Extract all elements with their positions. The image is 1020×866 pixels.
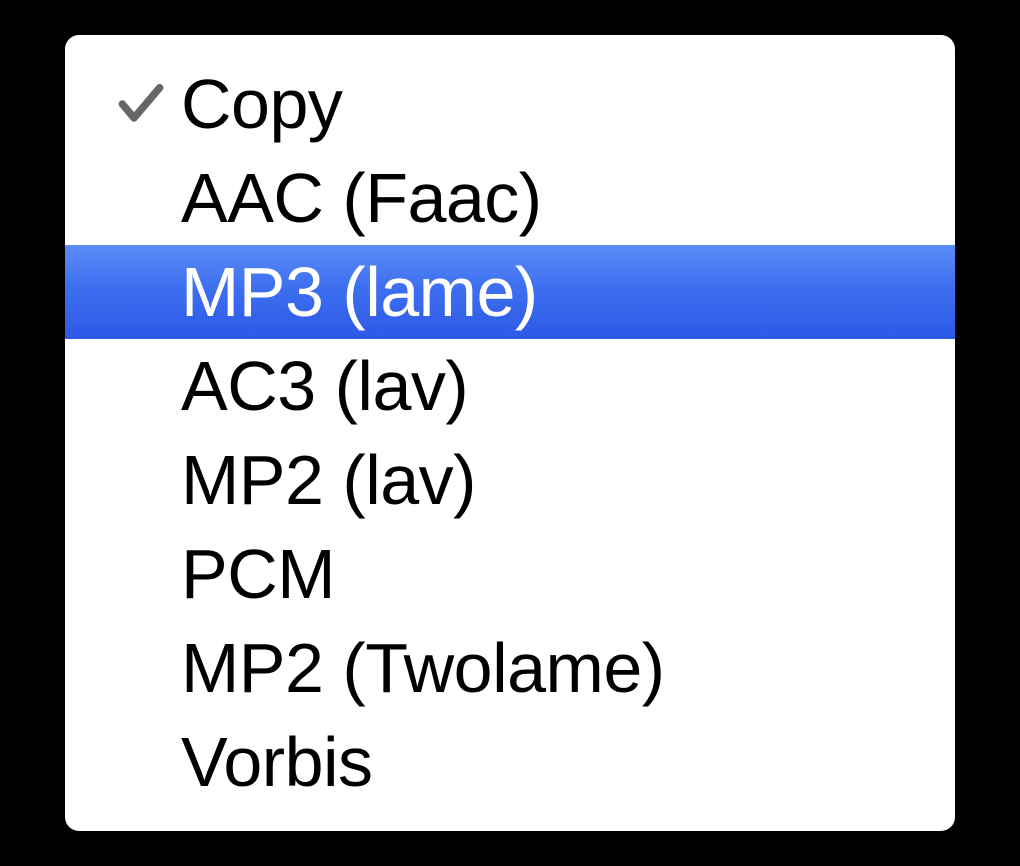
menu-item-label: AAC (Faac) (181, 163, 925, 233)
menu-item-mp2-lav[interactable]: MP2 (lav) (65, 433, 955, 527)
menu-item-aac-faac[interactable]: AAC (Faac) (65, 151, 955, 245)
menu-item-label: AC3 (lav) (181, 351, 925, 421)
menu-item-label: Copy (181, 69, 925, 139)
menu-item-label: Vorbis (181, 727, 925, 797)
menu-item-label: MP3 (lame) (181, 257, 925, 327)
checkmark-icon (113, 76, 169, 132)
menu-item-pcm[interactable]: PCM (65, 527, 955, 621)
menu-item-label: MP2 (Twolame) (181, 633, 925, 703)
menu-item-vorbis[interactable]: Vorbis (65, 715, 955, 809)
menu-item-copy[interactable]: Copy (65, 57, 955, 151)
menu-item-ac3-lav[interactable]: AC3 (lav) (65, 339, 955, 433)
menu-item-mp2-twolame[interactable]: MP2 (Twolame) (65, 621, 955, 715)
audio-codec-dropdown[interactable]: Copy AAC (Faac) MP3 (lame) AC3 (lav) MP2… (65, 35, 955, 831)
menu-item-mp3-lame[interactable]: MP3 (lame) (65, 245, 955, 339)
menu-item-label: MP2 (lav) (181, 445, 925, 515)
menu-item-label: PCM (181, 539, 925, 609)
